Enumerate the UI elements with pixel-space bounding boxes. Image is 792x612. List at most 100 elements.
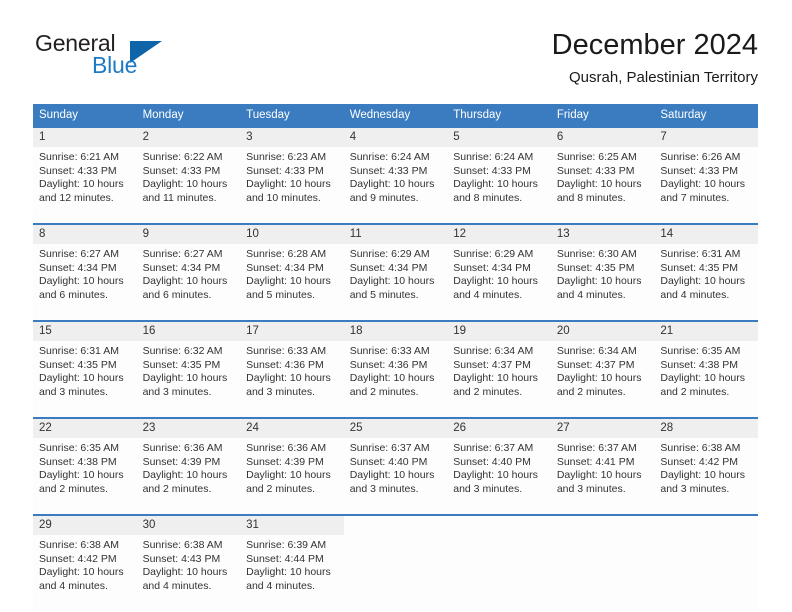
- daylight-duration-line2: and 9 minutes.: [349, 191, 419, 204]
- calendar-day-cell[interactable]: 24 Sunrise: 6:36 AM Sunset: 4:39 PM Dayligh…: [240, 417, 344, 515]
- day-number: 6: [550, 128, 655, 147]
- calendar-day-cell[interactable]: 15 Sunrise: 6:31 AM Sunset: 4:35 PM Dayligh…: [33, 320, 137, 418]
- daylight-duration-line1: Daylight: 10 hours: [142, 178, 228, 191]
- calendar-day-cell[interactable]: 10 Sunrise: 6:28 AM Sunset: 4:34 PM Dayligh…: [240, 223, 344, 321]
- title-block: December 2024 Qusrah, Palestinian Territ…: [552, 28, 758, 88]
- day-number: [550, 516, 655, 535]
- daylight-duration-line2: and 2 minutes.: [660, 385, 730, 398]
- calendar-day-cell-empty: [550, 514, 655, 611]
- sunrise-time: Sunrise: 6:39 AM: [246, 539, 327, 551]
- day-number: 19: [447, 322, 551, 341]
- calendar-day-cell[interactable]: 30 Sunrise: 6:38 AM Sunset: 4:43 PM Dayligh…: [136, 514, 241, 611]
- sunset-time: Sunset: 4:36 PM: [246, 358, 324, 371]
- daylight-duration-line2: and 2 minutes.: [556, 385, 626, 398]
- calendar-day-cell[interactable]: 21 Sunrise: 6:35 AM Sunset: 4:38 PM Dayligh…: [654, 320, 758, 418]
- calendar-day-cell[interactable]: 18 Sunrise: 6:33 AM Sunset: 4:36 PM Dayligh…: [343, 320, 448, 418]
- daylight-duration-line1: Daylight: 10 hours: [660, 275, 746, 288]
- day-details: Sunrise: 6:23 AM Sunset: 4:33 PM Daylight:…: [240, 147, 344, 223]
- day-details: Sunrise: 6:21 AM Sunset: 4:33 PM Daylight:…: [33, 147, 137, 223]
- page-header: General Blue December 2024 Qusrah, Pales…: [33, 28, 758, 94]
- calendar-day-cell[interactable]: 3 Sunrise: 6:23 AM Sunset: 4:33 PM Daylight…: [240, 126, 344, 224]
- daylight-duration-line1: Daylight: 10 hours: [660, 372, 746, 385]
- calendar-day-cell[interactable]: 27 Sunrise: 6:37 AM Sunset: 4:41 PM Dayligh…: [550, 417, 655, 515]
- day-details: Sunrise: 6:37 AM Sunset: 4:41 PM Daylight:…: [551, 438, 655, 514]
- calendar-header-row: Sunday Monday Tuesday Wednesday Thursday Frid…: [33, 104, 758, 127]
- calendar-day-cell[interactable]: 9 Sunrise: 6:27 AM Sunset: 4:34 PM Daylight…: [136, 223, 241, 321]
- calendar-day-cell-empty: [654, 514, 758, 611]
- calendar-day-cell[interactable]: 28 Sunrise: 6:38 AM Sunset: 4:42 PM Dayligh…: [654, 417, 758, 515]
- calendar-day-cell[interactable]: 26 Sunrise: 6:37 AM Sunset: 4:40 PM Dayligh…: [447, 417, 551, 515]
- sunrise-time: Sunrise: 6:32 AM: [142, 345, 223, 357]
- calendar-day-cell[interactable]: 8 Sunrise: 6:27 AM Sunset: 4:34 PM Daylight…: [33, 223, 137, 321]
- sunrise-time: Sunrise: 6:30 AM: [556, 248, 637, 260]
- calendar-day-cell[interactable]: 16 Sunrise: 6:32 AM Sunset: 4:35 PM Dayligh…: [136, 320, 241, 418]
- day-number: 11: [343, 225, 448, 244]
- sunset-time: Sunset: 4:43 PM: [142, 552, 221, 565]
- calendar-day-cell[interactable]: 23 Sunrise: 6:36 AM Sunset: 4:39 PM Dayligh…: [136, 417, 241, 515]
- day-number: 18: [343, 322, 448, 341]
- daylight-duration-line2: and 4 minutes.: [39, 579, 108, 592]
- daylight-duration-line1: Daylight: 10 hours: [556, 275, 642, 288]
- daylight-duration-line1: Daylight: 10 hours: [142, 275, 228, 288]
- calendar-day-cell[interactable]: 5 Sunrise: 6:24 AM Sunset: 4:33 PM Daylight…: [447, 126, 551, 224]
- daylight-duration-line1: Daylight: 10 hours: [556, 372, 642, 385]
- calendar-day-cell[interactable]: 31 Sunrise: 6:39 AM Sunset: 4:44 PM Dayligh…: [240, 514, 344, 611]
- daylight-duration-line1: Daylight: 10 hours: [246, 275, 331, 288]
- daylight-duration-line2: and 4 minutes.: [660, 288, 730, 301]
- sunrise-time: Sunrise: 6:29 AM: [453, 248, 534, 260]
- sunset-time: Sunset: 4:37 PM: [453, 358, 531, 371]
- day-details: [447, 535, 551, 611]
- daylight-duration-line2: and 7 minutes.: [660, 191, 730, 204]
- daylight-duration-line1: Daylight: 10 hours: [453, 469, 538, 482]
- calendar-day-cell[interactable]: 11 Sunrise: 6:29 AM Sunset: 4:34 PM Dayligh…: [343, 223, 448, 321]
- weekday-header-saturday: Saturday: [654, 104, 758, 127]
- daylight-duration-line1: Daylight: 10 hours: [142, 566, 228, 579]
- day-number: 25: [343, 419, 448, 438]
- weekday-header-tuesday: Tuesday: [240, 104, 344, 127]
- calendar-day-cell[interactable]: 29 Sunrise: 6:38 AM Sunset: 4:42 PM Dayligh…: [33, 514, 137, 611]
- sunset-time: Sunset: 4:35 PM: [142, 358, 221, 371]
- daylight-duration-line1: Daylight: 10 hours: [349, 178, 435, 191]
- calendar-day-cell[interactable]: 1 Sunrise: 6:21 AM Sunset: 4:33 PM Daylight…: [33, 126, 137, 224]
- calendar-day-cell[interactable]: 14 Sunrise: 6:31 AM Sunset: 4:35 PM Dayligh…: [654, 223, 758, 321]
- day-number: 4: [343, 128, 448, 147]
- daylight-duration-line1: Daylight: 10 hours: [246, 566, 331, 579]
- calendar-day-cell[interactable]: 7 Sunrise: 6:26 AM Sunset: 4:33 PM Daylight…: [654, 126, 758, 224]
- daylight-duration-line2: and 10 minutes.: [246, 191, 321, 204]
- day-number: 1: [33, 128, 137, 147]
- sunset-time: Sunset: 4:41 PM: [556, 455, 635, 468]
- brand-logo[interactable]: General Blue: [33, 28, 253, 88]
- sunrise-time: Sunrise: 6:24 AM: [453, 151, 534, 163]
- day-details: Sunrise: 6:37 AM Sunset: 4:40 PM Daylight:…: [447, 438, 551, 514]
- day-details: Sunrise: 6:36 AM Sunset: 4:39 PM Daylight:…: [240, 438, 344, 514]
- sunset-time: Sunset: 4:37 PM: [556, 358, 635, 371]
- calendar-day-cell[interactable]: 25 Sunrise: 6:37 AM Sunset: 4:40 PM Dayligh…: [343, 417, 448, 515]
- calendar-day-cell[interactable]: 13 Sunrise: 6:30 AM Sunset: 4:35 PM Dayligh…: [550, 223, 655, 321]
- calendar-day-cell[interactable]: 2 Sunrise: 6:22 AM Sunset: 4:33 PM Daylight…: [136, 126, 241, 224]
- daylight-duration-line2: and 3 minutes.: [246, 385, 316, 398]
- day-details: Sunrise: 6:34 AM Sunset: 4:37 PM Daylight:…: [447, 341, 551, 417]
- day-details: Sunrise: 6:31 AM Sunset: 4:35 PM Daylight:…: [33, 341, 137, 417]
- daylight-duration-line2: and 3 minutes.: [453, 482, 523, 495]
- calendar-day-cell[interactable]: 12 Sunrise: 6:29 AM Sunset: 4:34 PM Dayligh…: [447, 223, 551, 321]
- calendar-day-cell-empty: [447, 514, 551, 611]
- daylight-duration-line1: Daylight: 10 hours: [142, 469, 228, 482]
- sunset-time: Sunset: 4:44 PM: [246, 552, 324, 565]
- daylight-duration-line1: Daylight: 10 hours: [246, 469, 331, 482]
- daylight-duration-line1: Daylight: 10 hours: [453, 178, 538, 191]
- day-number: 26: [447, 419, 551, 438]
- day-details: Sunrise: 6:35 AM Sunset: 4:38 PM Daylight:…: [33, 438, 137, 514]
- sunset-time: Sunset: 4:33 PM: [453, 164, 531, 177]
- calendar-day-cell[interactable]: 17 Sunrise: 6:33 AM Sunset: 4:36 PM Dayligh…: [240, 320, 344, 418]
- calendar-day-cell[interactable]: 19 Sunrise: 6:34 AM Sunset: 4:37 PM Dayligh…: [447, 320, 551, 418]
- daylight-duration-line1: Daylight: 10 hours: [39, 178, 124, 191]
- sunrise-time: Sunrise: 6:37 AM: [453, 442, 534, 454]
- daylight-duration-line1: Daylight: 10 hours: [453, 275, 538, 288]
- calendar-day-cell[interactable]: 4 Sunrise: 6:24 AM Sunset: 4:33 PM Daylight…: [343, 126, 448, 224]
- calendar-day-cell[interactable]: 6 Sunrise: 6:25 AM Sunset: 4:33 PM Daylight…: [550, 126, 655, 224]
- sunset-time: Sunset: 4:34 PM: [246, 261, 324, 274]
- day-number: 3: [240, 128, 344, 147]
- calendar-day-cell[interactable]: 22 Sunrise: 6:35 AM Sunset: 4:38 PM Dayligh…: [33, 417, 137, 515]
- sunset-time: Sunset: 4:33 PM: [556, 164, 635, 177]
- calendar-day-cell[interactable]: 20 Sunrise: 6:34 AM Sunset: 4:37 PM Dayligh…: [550, 320, 655, 418]
